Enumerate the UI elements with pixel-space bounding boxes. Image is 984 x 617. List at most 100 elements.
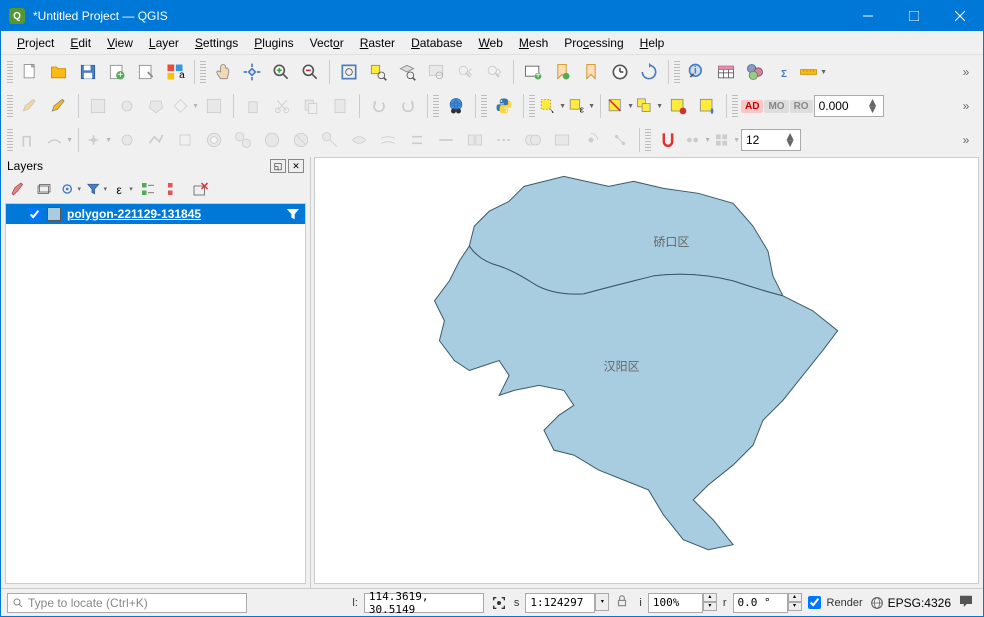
toolbar-handle[interactable] [7,129,13,151]
messages-button[interactable] [957,592,977,613]
menu-mesh[interactable]: Mesh [511,34,556,52]
layer-row[interactable]: polygon-221129-131845 [6,204,305,224]
crs-button[interactable]: EPSG:4326 [869,595,951,611]
open-attribute-table-button[interactable] [712,58,740,86]
select-by-location-button[interactable] [693,92,721,120]
toggle-extents-button[interactable] [490,594,508,612]
menu-project[interactable]: Project [9,34,62,52]
toolbar-handle[interactable] [433,95,439,117]
new-map-view-button[interactable]: + [519,58,547,86]
coord-spinner[interactable]: 0.000▲▼ [814,95,884,117]
toolbar-handle[interactable] [200,61,206,83]
menu-help[interactable]: Help [632,34,673,52]
menu-plugins[interactable]: Plugins [246,34,301,52]
menu-database[interactable]: Database [403,34,470,52]
filter-by-expression-button[interactable]: ε▾ [111,178,133,200]
render-checkbox[interactable] [808,596,821,609]
pan-to-selection-button[interactable] [238,58,266,86]
select-all-button[interactable]: ▼ [635,92,663,120]
map-canvas[interactable]: 硚口区 汉阳区 [314,157,979,584]
toolbar-handle[interactable] [7,61,13,83]
deselect-all-button[interactable]: ▼ [606,92,634,120]
zoom-out-button[interactable] [296,58,324,86]
python-console-button[interactable] [490,92,518,120]
rotation-field[interactable]: 0.0 ° [733,593,788,613]
scale-feature-button [171,126,199,154]
expand-all-button[interactable] [137,178,159,200]
merge-attributes-button [548,126,576,154]
open-layer-styling-button[interactable] [7,178,29,200]
remove-layer-button[interactable] [189,178,211,200]
toolbar-handle[interactable] [645,129,651,151]
magnifier-label: i [639,597,641,609]
menu-layer[interactable]: Layer [141,34,187,52]
open-project-button[interactable] [45,58,73,86]
copy-features-button [297,92,325,120]
filter-legend-button[interactable]: ▾ [85,178,107,200]
coordinate-field[interactable]: 114.3619, 30.5149 [364,593,484,613]
menu-edit[interactable]: Edit [62,34,99,52]
toolbar-overflow[interactable]: » [955,65,977,79]
toolbar-overflow[interactable]: » [955,133,977,147]
zoom-layer-button[interactable] [393,58,421,86]
menu-view[interactable]: View [99,34,141,52]
new-spatial-bookmark-button[interactable] [548,58,576,86]
add-group-button[interactable] [33,178,55,200]
menu-processing[interactable]: Processing [556,34,631,52]
magnifier-spinner[interactable]: ▴▾ [703,593,717,613]
refresh-button[interactable] [635,58,663,86]
minimize-button[interactable] [845,1,891,31]
close-button[interactable] [937,1,983,31]
scale-label: s [514,597,520,609]
show-bookmarks-button[interactable] [577,58,605,86]
field-calculator-button[interactable] [741,58,769,86]
maximize-button[interactable] [891,1,937,31]
layer-visibility-checkbox[interactable] [28,208,41,221]
manage-map-themes-button[interactable]: ▾ [59,178,81,200]
zoom-in-button[interactable] [267,58,295,86]
menu-vector[interactable]: Vector [302,34,352,52]
menu-web[interactable]: Web [470,34,510,52]
save-project-button[interactable] [74,58,102,86]
layers-panel-float-button[interactable]: ◱ [270,159,286,173]
ad-badge[interactable]: AD [741,100,763,113]
enable-snapping-button[interactable] [654,126,682,154]
rotation-spinner[interactable]: ▴▾ [788,593,802,613]
invert-selection-button[interactable] [664,92,692,120]
identify-button[interactable]: i [683,58,711,86]
select-by-value-button[interactable]: ε▼ [567,92,595,120]
zoom-selection-button[interactable] [364,58,392,86]
layout-manager-button[interactable] [132,58,160,86]
toolbar-handle[interactable] [481,95,487,117]
magnifier-field[interactable]: 100% [648,593,703,613]
toolbar-overflow[interactable]: » [955,99,977,113]
svg-text:Σ: Σ [781,69,787,80]
toolbar-handle[interactable] [7,95,13,117]
select-features-button[interactable]: ▼ [538,92,566,120]
layers-panel-close-button[interactable]: ✕ [288,159,304,173]
temporal-controller-button[interactable] [606,58,634,86]
toggle-editing-button[interactable] [45,92,73,120]
locator-input[interactable]: Type to locate (Ctrl+K) [7,593,247,613]
menu-raster[interactable]: Raster [352,34,403,52]
lock-scale-button[interactable] [615,594,633,611]
scale-field[interactable]: 1:124297 [525,593,595,613]
measure-button[interactable]: ▼ [799,58,827,86]
metasearch-button[interactable] [442,92,470,120]
new-project-button[interactable] [16,58,44,86]
scale-dropdown[interactable]: ▾ [595,593,609,613]
new-print-layout-button[interactable]: + [103,58,131,86]
style-manager-button[interactable]: a [161,58,189,86]
statistical-summary-button[interactable]: Σ [770,58,798,86]
pan-button[interactable] [209,58,237,86]
snapping-tolerance-spinner[interactable]: 12▲▼ [741,129,801,151]
toolbar-handle[interactable] [674,61,680,83]
globe-icon [869,595,885,611]
split-parts-button [490,126,518,154]
menu-settings[interactable]: Settings [187,34,246,52]
toolbar-handle[interactable] [732,95,738,117]
toolbar-handle[interactable] [529,95,535,117]
zoom-full-button[interactable] [335,58,363,86]
collapse-all-button[interactable] [163,178,185,200]
layer-tree[interactable]: polygon-221129-131845 [5,203,306,584]
